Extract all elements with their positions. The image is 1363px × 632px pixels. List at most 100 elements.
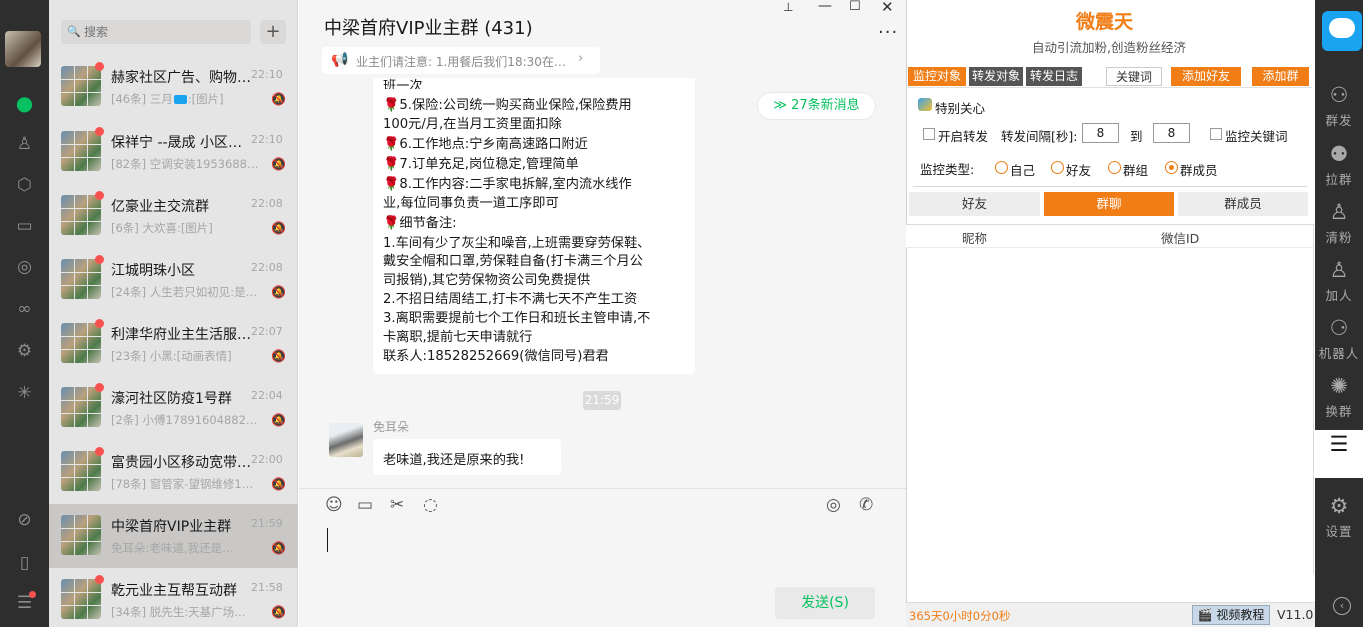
radio-group[interactable]: [1108, 161, 1121, 174]
unread-dot: [95, 127, 104, 136]
live-icon[interactable]: ◎: [826, 497, 841, 514]
sender-avatar[interactable]: [329, 423, 363, 457]
more-options-icon[interactable]: ···: [878, 22, 898, 43]
chat-list-item[interactable]: 乾元业主互帮互动群 21:58 [34条] 脱先生:天基广场… 🔕: [49, 568, 298, 632]
chat-time: 22:04: [251, 389, 283, 402]
chat-list-item-active[interactable]: 中梁首府VIP业主群 21:59 免耳朵:老味道,我还是… 🔕: [49, 504, 298, 568]
column-wechat-id[interactable]: 微信ID: [1161, 228, 1199, 247]
collapse-chevron-icon[interactable]: ‹: [1333, 597, 1351, 615]
contacts-icon[interactable]: ♙: [0, 129, 49, 159]
close-icon[interactable]: ✕: [881, 0, 894, 16]
new-messages-button[interactable]: ≫ 27条新消息: [757, 92, 876, 120]
unread-dot: [95, 62, 104, 71]
chat-name: 江城明珠小区: [111, 263, 195, 279]
chat-name: 保祥宁 --晟成 小区…: [111, 135, 243, 151]
subtab-friends[interactable]: 好友: [909, 192, 1040, 216]
message-line: 班一次: [383, 79, 423, 89]
video-badge-icon: [173, 95, 187, 104]
mute-bell-icon: 🔕: [271, 541, 286, 555]
radio-self[interactable]: [995, 161, 1008, 174]
chevron-right-icon[interactable]: ›: [578, 51, 583, 66]
chat-list-item[interactable]: 利津华府业主生活服… 22:07 [23条] 小黑:[动画表情] 🔕: [49, 312, 298, 376]
voice-call-icon[interactable]: ✆: [859, 497, 873, 514]
chat-name: 利津华府业主生活服…: [111, 327, 251, 343]
subtab-group-members[interactable]: 群成员: [1178, 192, 1308, 216]
robot-button[interactable]: ⚆ 机器人: [1315, 316, 1363, 362]
chat-list-item[interactable]: 富贵园小区移动宽带… 22:00 [78条] 窗管家-望钢维修1… 🔕: [49, 440, 298, 504]
enable-forward-checkbox[interactable]: [923, 128, 935, 140]
message-line: 戴安全帽和口罩,劳保鞋自备(打卡满三个月公: [383, 254, 643, 269]
radio-friend[interactable]: [1051, 161, 1064, 174]
pull-group-button[interactable]: ⚉ 拉群: [1315, 142, 1363, 188]
column-nickname[interactable]: 昵称: [962, 228, 987, 247]
forward-button[interactable]: ☰ 转发: [1315, 432, 1363, 478]
swap-group-button[interactable]: ✺ 换群: [1315, 374, 1363, 420]
group-notice-text: 业主们请注意: 1.用餐后我们18:30在…: [356, 55, 566, 69]
user-avatar[interactable]: [5, 31, 41, 67]
starburst-icon[interactable]: ✳: [0, 378, 49, 408]
search-input[interactable]: [84, 20, 244, 44]
divider: [913, 186, 1307, 187]
add-chat-button[interactable]: +: [260, 20, 286, 44]
add-group-button[interactable]: 添加群: [1252, 67, 1309, 86]
mute-bell-icon: 🔕: [271, 605, 286, 619]
link-icon[interactable]: ⊘: [0, 505, 49, 535]
add-friend-button[interactable]: 添加好友: [1171, 67, 1241, 86]
clear-fans-button[interactable]: ♙ 清粉: [1315, 200, 1363, 246]
monitor-keyword-checkbox[interactable]: [1210, 128, 1222, 140]
chat-name: 赫家社区广告、购物…: [111, 70, 251, 86]
interval-from-input[interactable]: 8: [1082, 123, 1119, 143]
chat-name: 濠河社区防疫1号群: [111, 391, 232, 407]
chat-preview: 免耳朵:老味道,我还是…: [111, 541, 234, 555]
tab-forward-target[interactable]: 转发对象: [969, 67, 1023, 86]
interval-label: 转发间隔[秒]:: [1001, 129, 1078, 144]
emoji-icon[interactable]: ☺: [325, 497, 343, 514]
unread-dot: [95, 575, 104, 584]
subtab-group-chat[interactable]: 群聊: [1044, 192, 1174, 216]
menu-icon[interactable]: ☰: [0, 588, 49, 618]
cube-icon[interactable]: ⬡: [0, 170, 49, 200]
chat-icon[interactable]: ●: [0, 88, 49, 118]
tab-monitor-target[interactable]: 监控对象: [908, 67, 966, 86]
send-button[interactable]: 发送(S): [775, 587, 875, 619]
to-label: 到: [1130, 129, 1143, 144]
minimize-icon[interactable]: —: [818, 0, 832, 14]
add-person-button[interactable]: ♙ 加人: [1315, 258, 1363, 304]
chat-list-item[interactable]: 亿豪业主交流群 22:08 [6条] 大欢喜:[图片] 🔕: [49, 184, 298, 248]
video-tutorial-button[interactable]: 🎬 视频教程: [1192, 605, 1270, 625]
moments-icon[interactable]: ◎: [0, 252, 49, 282]
chat-time: 21:58: [251, 581, 283, 594]
mute-bell-icon: 🔕: [271, 285, 286, 299]
chat-list-item[interactable]: 赫家社区广告、购物… 22:10 [46条] 三月:[图片] 🔕: [49, 55, 298, 119]
group-avatar: [61, 451, 101, 491]
pin-icon[interactable]: ⊥: [783, 0, 793, 14]
miniprogram-icon[interactable]: ∞: [0, 294, 49, 324]
chat-history-icon[interactable]: ◌: [423, 497, 438, 514]
mass-send-button[interactable]: ⚇ 群发: [1315, 83, 1363, 129]
screenshot-scissors-icon[interactable]: ✂: [390, 497, 404, 514]
unread-dot: [95, 383, 104, 392]
settings-gear-icon[interactable]: ⚙: [0, 336, 49, 366]
tab-forward-log[interactable]: 转发日志: [1026, 67, 1082, 86]
chat-preview: [82条] 空调安装1953688…: [111, 157, 259, 171]
special-care-icon: [918, 98, 932, 111]
message-line: 🌹6.工作地点:宁乡南高速路口附近: [383, 137, 588, 152]
add-person-icon: ♙: [1329, 258, 1349, 282]
chat-time: 22:07: [251, 325, 283, 338]
video-icon: 🎬: [1197, 608, 1213, 622]
interval-to-input[interactable]: 8: [1153, 123, 1190, 143]
keyword-button[interactable]: 关键词: [1106, 67, 1162, 86]
radio-group-member[interactable]: [1165, 161, 1178, 174]
person-icon: ⚇: [1329, 83, 1349, 107]
chat-list-item[interactable]: 保祥宁 --晟成 小区… 22:10 [82条] 空调安装1953688… 🔕: [49, 120, 298, 184]
chat-list-item[interactable]: 江城明珠小区 22:08 [24条] 人生若只如初见:是… 🔕: [49, 248, 298, 312]
maximize-icon[interactable]: ☐: [849, 0, 861, 14]
chat-title: 中梁首府VIP业主群 (431): [324, 18, 533, 39]
folder-icon[interactable]: ▭: [0, 211, 49, 241]
chat-list-item[interactable]: 濠河社区防疫1号群 22:04 [2条] 小傅17891604882… 🔕: [49, 376, 298, 440]
phone-icon[interactable]: ▯: [0, 548, 49, 578]
file-folder-icon[interactable]: ▭: [357, 497, 373, 514]
settings-button[interactable]: ⚙ 设置: [1315, 494, 1363, 540]
chat-name: 富贵园小区移动宽带…: [111, 455, 251, 471]
mute-bell-icon: 🔕: [271, 157, 286, 171]
